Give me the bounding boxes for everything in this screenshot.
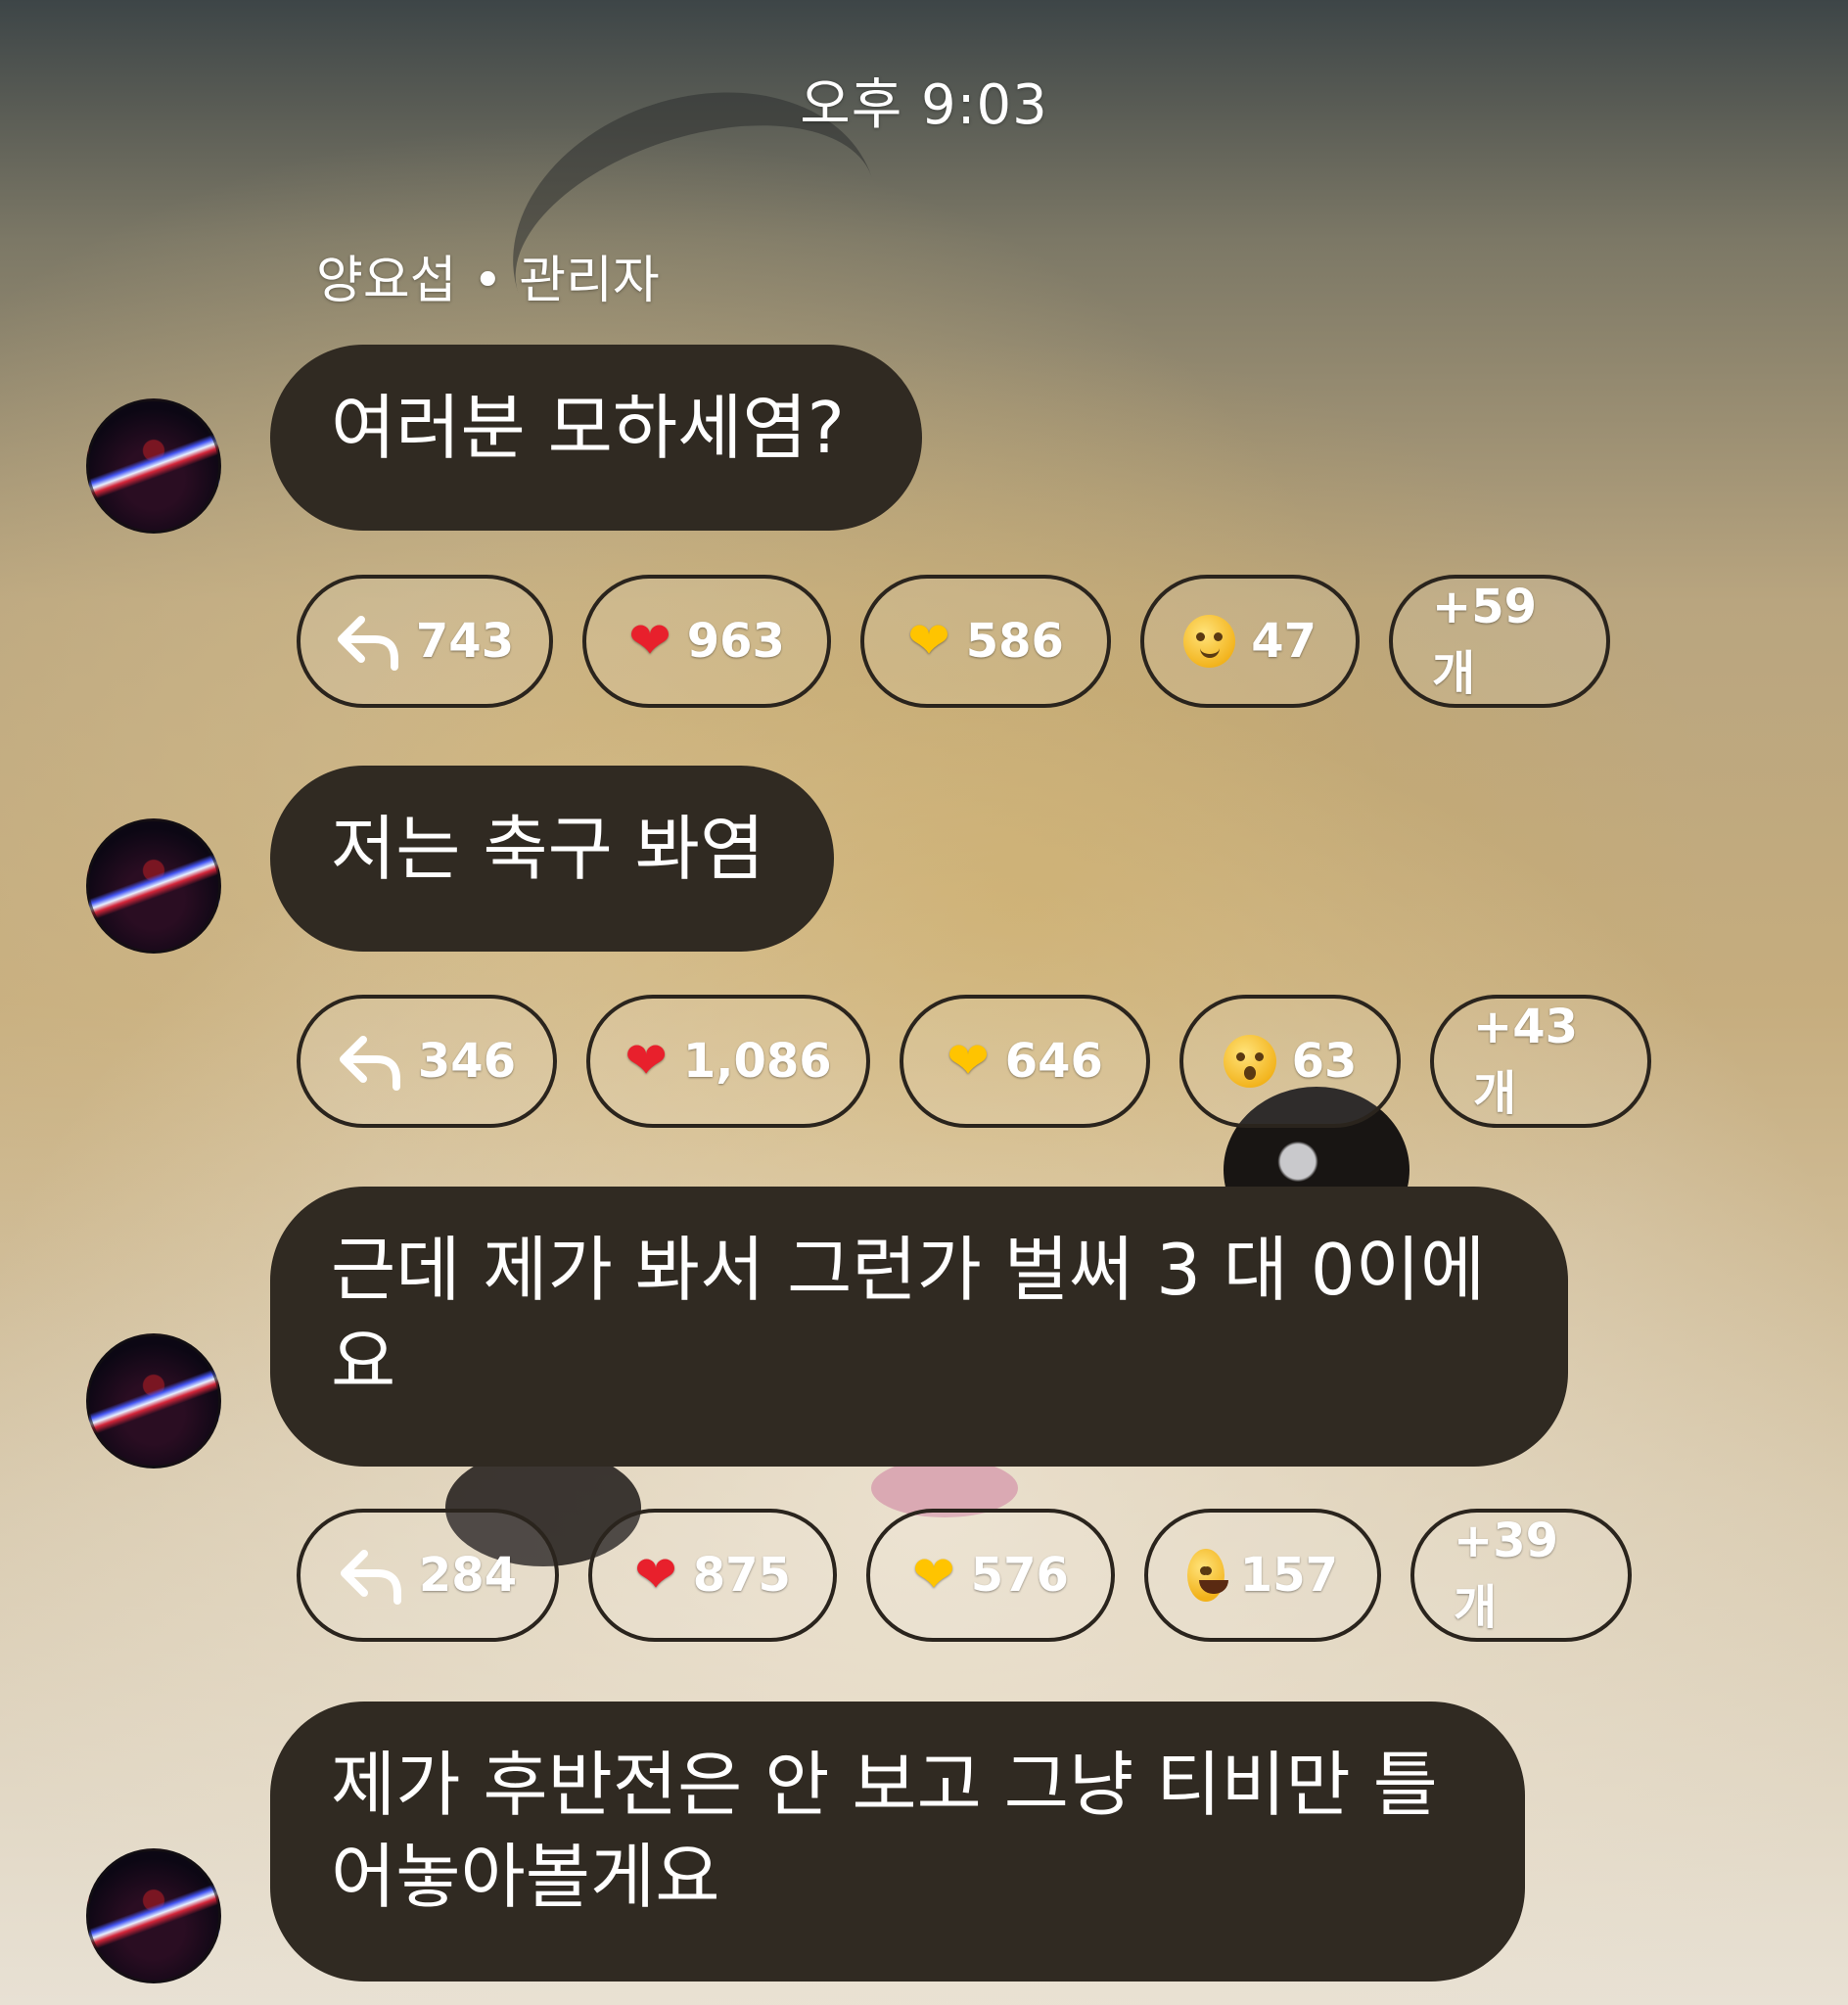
reply-button[interactable]: 284 bbox=[297, 1509, 559, 1642]
message-bubble[interactable]: 제가 후반전은 안 보고 그냥 티비만 틀어놓아볼게요 bbox=[270, 1702, 1525, 1982]
message-bubble[interactable]: 근데 제가 봐서 그런가 벌써 3 대 0이에요 bbox=[270, 1187, 1568, 1467]
more-reactions-button[interactable]: +43개 bbox=[1430, 995, 1651, 1128]
yellow-heart-icon: ❤ bbox=[912, 1546, 955, 1605]
reaction-count: 157 bbox=[1239, 1548, 1338, 1603]
reaction-count: 875 bbox=[692, 1548, 791, 1603]
reaction-yellow-heart[interactable]: ❤ 576 bbox=[866, 1509, 1115, 1642]
more-reactions-button[interactable]: +39개 bbox=[1410, 1509, 1632, 1642]
avatar[interactable] bbox=[86, 818, 221, 954]
red-heart-icon: ❤ bbox=[624, 1032, 668, 1091]
reply-button[interactable]: 743 bbox=[297, 575, 553, 708]
reaction-yellow-heart[interactable]: ❤ 586 bbox=[860, 575, 1111, 708]
reaction-bar: 346 ❤ 1,086 ❤ 646 63 +43개 bbox=[297, 995, 1651, 1128]
reply-button[interactable]: 346 bbox=[297, 995, 557, 1128]
reaction-count: 47 bbox=[1251, 614, 1317, 669]
avatar[interactable] bbox=[86, 1333, 221, 1469]
message-text: 근데 제가 봐서 그런가 벌써 3 대 0이에요 bbox=[331, 1229, 1486, 1403]
reaction-count: 586 bbox=[965, 614, 1064, 669]
more-reactions-count: +59개 bbox=[1432, 580, 1538, 701]
reaction-bar: 284 ❤ 875 ❤ 576 157 +39개 bbox=[297, 1509, 1632, 1642]
chat-screen: 오후 9:03 양요섭 • 관리자 여러분 모하세염? 743 ❤ 963 ❤ … bbox=[0, 0, 1848, 2005]
reaction-smiling-face[interactable]: 47 bbox=[1140, 575, 1360, 708]
reaction-red-heart[interactable]: ❤ 875 bbox=[588, 1509, 837, 1642]
message-text: 저는 축구 봐염 bbox=[331, 808, 765, 890]
sender-name: 양요섭 • 관리자 bbox=[316, 252, 660, 310]
yellow-heart-icon: ❤ bbox=[947, 1032, 990, 1091]
reply-count: 284 bbox=[418, 1548, 518, 1603]
message-bubble[interactable]: 저는 축구 봐염 bbox=[270, 766, 834, 952]
reaction-count: 63 bbox=[1291, 1034, 1358, 1089]
tears-of-joy-icon bbox=[1187, 1549, 1228, 1602]
reaction-yellow-heart[interactable]: ❤ 646 bbox=[900, 995, 1150, 1128]
reaction-count: 963 bbox=[686, 614, 785, 669]
message-text: 제가 후반전은 안 보고 그냥 티비만 틀어놓아볼게요 bbox=[331, 1744, 1438, 1918]
more-reactions-count: +39개 bbox=[1454, 1514, 1559, 1635]
timestamp: 오후 9:03 bbox=[800, 73, 1048, 137]
reaction-bar: 743 ❤ 963 ❤ 586 47 +59개 bbox=[297, 575, 1610, 708]
reaction-red-heart[interactable]: ❤ 1,086 bbox=[586, 995, 870, 1128]
avatar[interactable] bbox=[86, 1848, 221, 1983]
more-reactions-count: +43개 bbox=[1473, 1000, 1579, 1121]
reply-arrow-icon bbox=[338, 1032, 402, 1091]
message-bubble[interactable]: 여러분 모하세염? bbox=[270, 345, 922, 531]
reaction-count: 646 bbox=[1004, 1034, 1103, 1089]
reaction-surprised-face[interactable]: 63 bbox=[1179, 995, 1401, 1128]
smiling-face-icon bbox=[1183, 615, 1236, 668]
yellow-heart-icon: ❤ bbox=[907, 612, 950, 671]
reaction-count: 1,086 bbox=[682, 1034, 832, 1089]
more-reactions-button[interactable]: +59개 bbox=[1389, 575, 1610, 708]
reply-arrow-icon bbox=[339, 1546, 403, 1605]
red-heart-icon: ❤ bbox=[628, 612, 671, 671]
red-heart-icon: ❤ bbox=[634, 1546, 677, 1605]
reply-count: 743 bbox=[415, 614, 515, 669]
reply-count: 346 bbox=[417, 1034, 517, 1089]
reply-arrow-icon bbox=[336, 612, 400, 671]
reaction-tears-of-joy[interactable]: 157 bbox=[1144, 1509, 1381, 1642]
reaction-red-heart[interactable]: ❤ 963 bbox=[582, 575, 831, 708]
avatar[interactable] bbox=[86, 398, 221, 534]
message-text: 여러분 모하세염? bbox=[331, 387, 845, 469]
surprised-face-icon bbox=[1223, 1035, 1276, 1088]
reaction-count: 576 bbox=[970, 1548, 1069, 1603]
